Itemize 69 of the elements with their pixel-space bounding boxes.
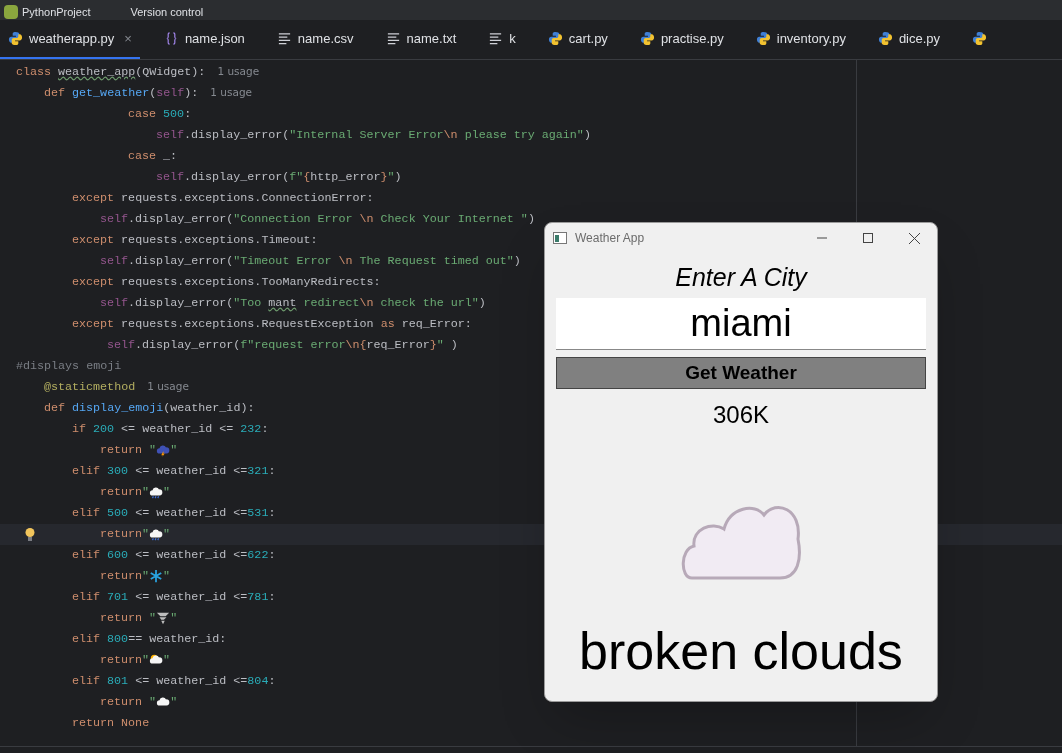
project-name[interactable]: PythonProject — [22, 3, 91, 20]
code-line: return" " — [100, 525, 171, 543]
rain-cloud-icon — [149, 484, 164, 499]
lightbulb-icon[interactable] — [24, 527, 36, 542]
code-line: except requests.exceptions.ConnectionError: — [72, 189, 374, 207]
file-tab[interactable]: dice.py — [869, 20, 949, 59]
code-line: elif 300 <= weather_id <=321: — [72, 462, 276, 480]
text-file-icon — [385, 31, 401, 46]
code-line: elif 500 <= weather_id <=531: — [72, 504, 276, 522]
file-tab[interactable]: name.csv — [268, 20, 362, 59]
code-line: return " " — [100, 609, 178, 627]
code-line: self.display_error(f"{http_error}") — [156, 168, 402, 186]
text-file-icon — [276, 31, 292, 46]
code-line: self.display_error("Internal Server Error\n please try again") — [156, 126, 591, 144]
file-tab[interactable]: name.txt — [377, 20, 465, 59]
file-tab[interactable]: weatherapp.py × — [0, 20, 140, 59]
code-line: case 500: — [128, 105, 192, 123]
close-tab-button[interactable]: × — [124, 28, 132, 49]
code-line: return None — [72, 714, 150, 732]
code-line: return " " — [100, 693, 178, 711]
code-line: self.display_error("Too mant redirect\n check the url") — [100, 294, 486, 312]
weather-description: broken clouds — [579, 621, 903, 681]
file-tab[interactable]: cart.py — [539, 20, 616, 59]
code-line: return" " — [100, 483, 171, 501]
app-icon — [553, 232, 567, 244]
python-icon — [877, 31, 893, 46]
code-line: except requests.exceptions.RequestException as req_Error: — [72, 315, 472, 333]
text-file-icon — [488, 31, 504, 46]
code-line: elif 801 <= weather_id <=804: — [72, 672, 276, 690]
storm-cloud-icon — [156, 442, 171, 457]
city-input[interactable]: miami — [556, 298, 926, 350]
code-line: return " " — [100, 441, 178, 459]
code-line: #displays emoji — [16, 357, 122, 375]
sun-cloud-icon — [149, 652, 164, 667]
file-tab[interactable]: name.json — [155, 20, 253, 59]
window-title: Weather App — [575, 230, 645, 247]
file-tab[interactable]: practise.py — [631, 20, 732, 59]
rain-cloud-icon — [149, 526, 164, 541]
python-icon — [8, 31, 23, 46]
snowflake-icon — [149, 568, 164, 583]
code-line: self.display_error(f"request error\n{req_Error}" ) — [107, 336, 458, 354]
code-line: return" " — [100, 651, 171, 669]
python-icon — [547, 31, 563, 46]
code-line: elif 800== weather_id: — [72, 630, 227, 648]
python-icon — [755, 31, 771, 46]
code-line: except requests.exceptions.Timeout: — [72, 231, 318, 249]
code-line: def display_emoji(weather_id): — [44, 399, 255, 417]
python-icon — [972, 31, 988, 46]
tornado-icon — [156, 610, 171, 625]
code-line: elif 600 <= weather_id <=622: — [72, 546, 276, 564]
code-line: elif 701 <= weather_id <=781: — [72, 588, 276, 606]
code-line: self.display_error("Timeout Error \n The Request timed out") — [100, 252, 521, 270]
python-icon — [639, 31, 655, 46]
temperature-label: 306K — [712, 400, 770, 430]
get-weather-button[interactable]: Get Weather — [556, 357, 926, 389]
code-line: def get_weather(self): 1 usage — [44, 84, 253, 102]
code-line: case _: — [128, 147, 178, 165]
cloud-icon — [156, 694, 171, 709]
code-line: return" " — [100, 567, 171, 585]
file-tab[interactable]: inventory.py — [747, 20, 854, 59]
code-line: self.display_error("Connection Error \n Check Your Internet ") — [100, 210, 535, 228]
code-line: except requests.exceptions.TooManyRedirects: — [72, 273, 381, 291]
file-tab[interactable]: k — [480, 20, 524, 59]
vcs-menu[interactable]: Version control — [130, 3, 204, 20]
prompt-label: Enter A City — [675, 262, 807, 293]
code-line: if 200 <= weather_id <= 232: — [72, 420, 269, 438]
code-line: class weather_app(QWidget): 1 usage — [16, 63, 260, 81]
project-badge-icon — [4, 4, 18, 19]
code-line: @staticmethod 1 usage — [44, 378, 189, 396]
